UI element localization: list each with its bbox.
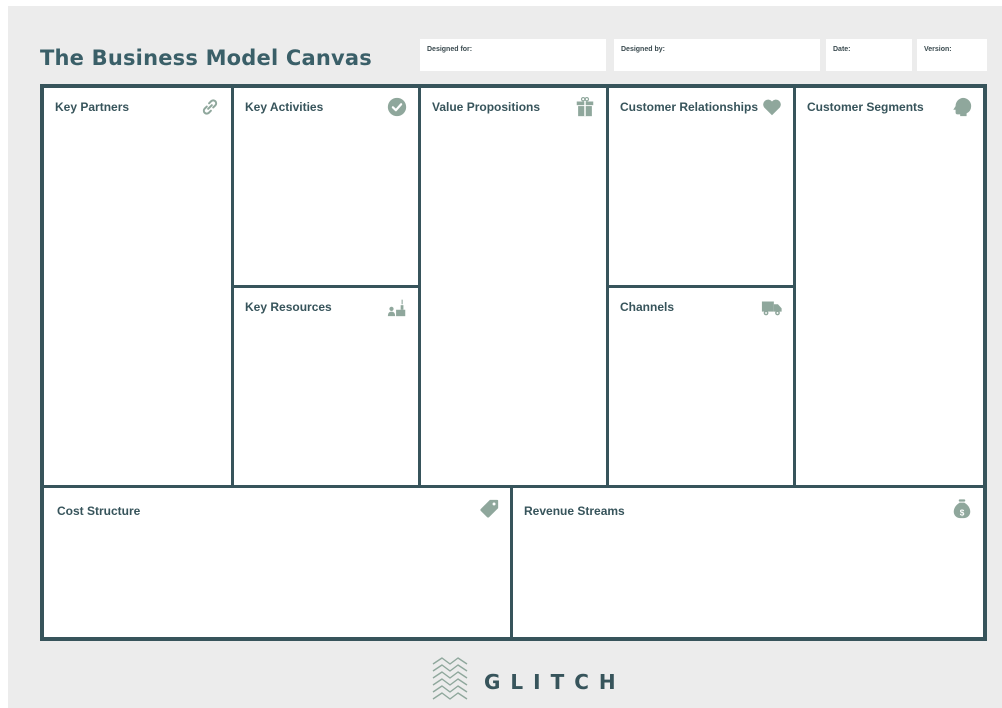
link-icon [199, 96, 221, 118]
key-activities-block[interactable]: Key Activities [234, 88, 421, 288]
head-icon [951, 96, 973, 118]
heart-icon [761, 96, 783, 118]
value-propositions-block[interactable]: Value Propositions [421, 88, 609, 488]
svg-text:$: $ [960, 508, 965, 517]
price-tag-icon [478, 498, 500, 520]
key-partners-block[interactable]: Key Partners [44, 88, 234, 488]
gift-icon [574, 96, 596, 118]
revenue-streams-block[interactable]: Revenue Streams $ [513, 488, 983, 637]
customer-relationships-label: Customer Relationships [620, 100, 759, 114]
revenue-streams-label: Revenue Streams [524, 504, 625, 518]
key-resources-block[interactable]: Key Resources [234, 288, 421, 488]
money-bag-icon: $ [951, 498, 973, 520]
key-resources-label: Key Resources [245, 300, 332, 314]
channels-block[interactable]: Channels [609, 288, 796, 488]
resources-icon [386, 296, 408, 318]
brand-name: GLITCH [484, 670, 626, 694]
page-title: The Business Model Canvas [40, 46, 372, 70]
designed-by-field[interactable]: Designed by: [614, 39, 820, 71]
key-activities-label: Key Activities [245, 100, 324, 114]
cost-structure-block[interactable]: Cost Structure [44, 488, 513, 637]
designed-for-label: Designed for: [427, 46, 473, 53]
channels-label: Channels [620, 300, 675, 314]
cost-structure-label: Cost Structure [57, 504, 141, 518]
customer-segments-label: Customer Segments [807, 100, 924, 114]
version-field[interactable]: Version: [917, 39, 987, 71]
glitch-logo-icon [430, 656, 470, 706]
check-circle-icon [386, 96, 408, 118]
date-field[interactable]: Date: [826, 39, 912, 71]
business-model-canvas: Key Partners Key Activities Key Resource… [40, 84, 987, 641]
customer-segments-block[interactable]: Customer Segments [796, 88, 983, 488]
value-propositions-label: Value Propositions [432, 100, 541, 114]
key-partners-label: Key Partners [55, 100, 130, 114]
designed-by-label: Designed by: [621, 46, 665, 53]
date-label: Date: [833, 46, 851, 53]
customer-relationships-block[interactable]: Customer Relationships [609, 88, 796, 288]
version-label: Version: [924, 46, 952, 53]
designed-for-field[interactable]: Designed for: [420, 39, 606, 71]
truck-icon [761, 296, 783, 318]
